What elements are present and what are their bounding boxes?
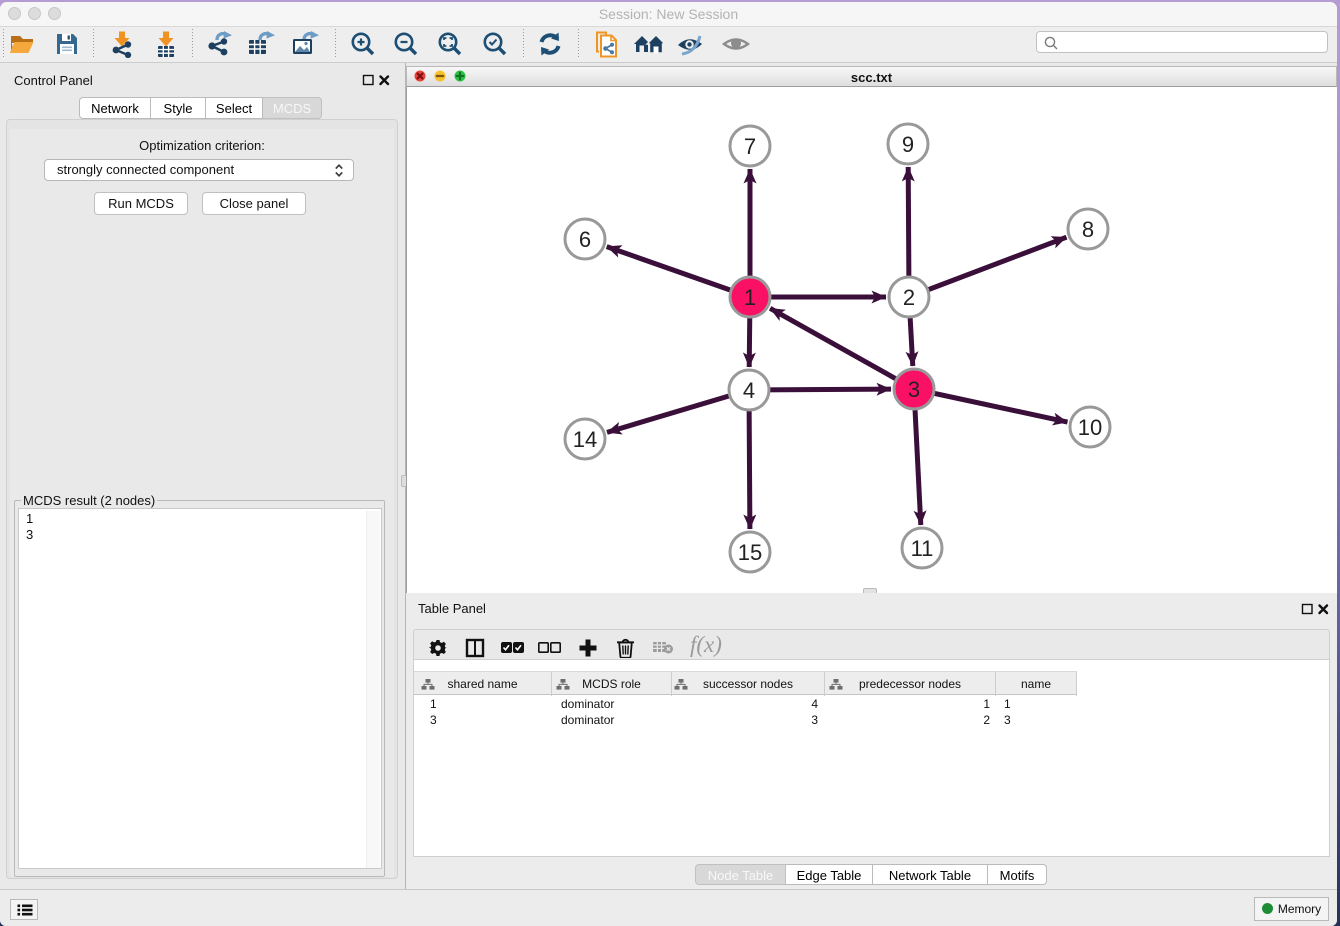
svg-text:3: 3 bbox=[908, 377, 920, 402]
svg-text:8: 8 bbox=[1082, 217, 1094, 242]
svg-text:15: 15 bbox=[738, 540, 762, 565]
svg-text:11: 11 bbox=[911, 536, 934, 561]
svg-text:1: 1 bbox=[744, 285, 756, 310]
svg-text:10: 10 bbox=[1078, 415, 1102, 440]
svg-text:7: 7 bbox=[744, 134, 756, 159]
svg-text:2: 2 bbox=[903, 285, 915, 310]
svg-text:6: 6 bbox=[579, 227, 591, 252]
svg-text:4: 4 bbox=[743, 378, 755, 403]
svg-text:14: 14 bbox=[573, 427, 597, 452]
svg-text:9: 9 bbox=[902, 132, 914, 157]
